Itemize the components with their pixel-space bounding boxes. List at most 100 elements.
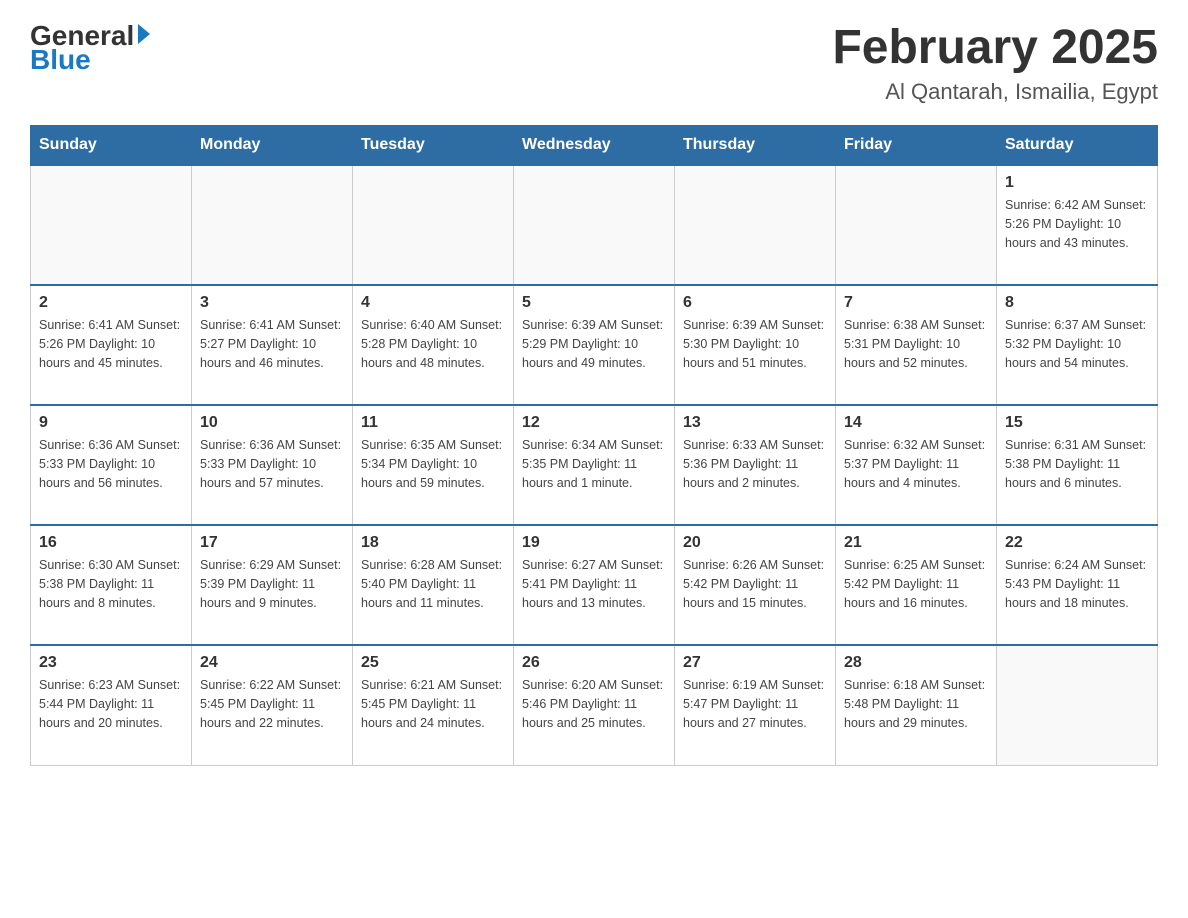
calendar-day-cell: 8 Sunrise: 6:37 AM Sunset: 5:32 PM Daylig… [997, 285, 1158, 405]
day-number: 27 [683, 654, 827, 672]
calendar-day-cell [31, 165, 192, 285]
calendar-day-cell: 27 Sunrise: 6:19 AM Sunset: 5:47 PM Dayli… [675, 645, 836, 765]
calendar-day-cell: 3Sunrise: 6:41 AM Sunset: 5:27 PM Daylig… [192, 285, 353, 405]
calendar-day-cell: 15Sunrise: 6:31 AM Sunset: 5:38 PM Dayli… [997, 405, 1158, 525]
calendar-day-cell: 6 Sunrise: 6:39 AM Sunset: 5:30 PM Daylig… [675, 285, 836, 405]
day-info: Sunrise: 6:42 AM Sunset: 5:26 PM Dayligh… [1005, 196, 1149, 252]
calendar-day-cell: 5 Sunrise: 6:39 AM Sunset: 5:29 PM Daylig… [514, 285, 675, 405]
day-number: 7 [844, 294, 988, 312]
calendar-week-row: 2 Sunrise: 6:41 AM Sunset: 5:26 PM Daylig… [31, 285, 1158, 405]
calendar-subtitle: Al Qantarah, Ismailia, Egypt [832, 79, 1158, 105]
day-number: 25 [361, 654, 505, 672]
col-saturday: Saturday [997, 126, 1158, 166]
day-number: 16 [39, 534, 183, 552]
col-wednesday: Wednesday [514, 126, 675, 166]
day-info: Sunrise: 6:28 AM Sunset: 5:40 PM Dayligh… [361, 556, 505, 612]
day-info: Sunrise: 6:19 AM Sunset: 5:47 PM Dayligh… [683, 676, 827, 732]
day-info: Sunrise: 6:20 AM Sunset: 5:46 PM Dayligh… [522, 676, 666, 732]
day-info: Sunrise: 6:32 AM Sunset: 5:37 PM Dayligh… [844, 436, 988, 492]
title-area: February 2025 Al Qantarah, Ismailia, Egy… [832, 20, 1158, 105]
day-info: Sunrise: 6:40 AM Sunset: 5:28 PM Dayligh… [361, 316, 505, 372]
day-number: 12 [522, 414, 666, 432]
calendar-day-cell: 16 Sunrise: 6:30 AM Sunset: 5:38 PM Dayli… [31, 525, 192, 645]
day-info: Sunrise: 6:31 AM Sunset: 5:38 PM Dayligh… [1005, 436, 1149, 492]
calendar-week-row: 23 Sunrise: 6:23 AM Sunset: 5:44 PM Dayli… [31, 645, 1158, 765]
logo: General Blue [30, 20, 150, 76]
day-info: Sunrise: 6:26 AM Sunset: 5:42 PM Dayligh… [683, 556, 827, 612]
calendar-week-row: 16 Sunrise: 6:30 AM Sunset: 5:38 PM Dayli… [31, 525, 1158, 645]
calendar-day-cell: 7 Sunrise: 6:38 AM Sunset: 5:31 PM Daylig… [836, 285, 997, 405]
day-number: 13 [683, 414, 827, 432]
calendar-day-cell: 22Sunrise: 6:24 AM Sunset: 5:43 PM Dayli… [997, 525, 1158, 645]
calendar-day-cell: 9Sunrise: 6:36 AM Sunset: 5:33 PM Daylig… [31, 405, 192, 525]
day-info: Sunrise: 6:21 AM Sunset: 5:45 PM Dayligh… [361, 676, 505, 732]
day-number: 24 [200, 654, 344, 672]
day-info: Sunrise: 6:36 AM Sunset: 5:33 PM Dayligh… [39, 436, 183, 492]
calendar-day-cell: 19Sunrise: 6:27 AM Sunset: 5:41 PM Dayli… [514, 525, 675, 645]
day-number: 6 [683, 294, 827, 312]
day-number: 20 [683, 534, 827, 552]
day-number: 22 [1005, 534, 1149, 552]
calendar-day-cell: 10 Sunrise: 6:36 AM Sunset: 5:33 PM Dayli… [192, 405, 353, 525]
day-info: Sunrise: 6:30 AM Sunset: 5:38 PM Dayligh… [39, 556, 183, 612]
day-info: Sunrise: 6:29 AM Sunset: 5:39 PM Dayligh… [200, 556, 344, 612]
day-info: Sunrise: 6:27 AM Sunset: 5:41 PM Dayligh… [522, 556, 666, 612]
calendar-day-cell: 18 Sunrise: 6:28 AM Sunset: 5:40 PM Dayli… [353, 525, 514, 645]
calendar-day-cell: 2 Sunrise: 6:41 AM Sunset: 5:26 PM Daylig… [31, 285, 192, 405]
day-info: Sunrise: 6:38 AM Sunset: 5:31 PM Dayligh… [844, 316, 988, 372]
day-number: 2 [39, 294, 183, 312]
calendar-day-cell [192, 165, 353, 285]
calendar-day-cell [997, 645, 1158, 765]
day-number: 8 [1005, 294, 1149, 312]
calendar-day-cell: 12 Sunrise: 6:34 AM Sunset: 5:35 PM Dayli… [514, 405, 675, 525]
day-number: 23 [39, 654, 183, 672]
day-info: Sunrise: 6:36 AM Sunset: 5:33 PM Dayligh… [200, 436, 344, 492]
col-tuesday: Tuesday [353, 126, 514, 166]
day-number: 26 [522, 654, 666, 672]
day-info: Sunrise: 6:18 AM Sunset: 5:48 PM Dayligh… [844, 676, 988, 732]
col-monday: Monday [192, 126, 353, 166]
day-number: 17 [200, 534, 344, 552]
calendar-week-row: 9Sunrise: 6:36 AM Sunset: 5:33 PM Daylig… [31, 405, 1158, 525]
calendar-day-cell: 23 Sunrise: 6:23 AM Sunset: 5:44 PM Dayli… [31, 645, 192, 765]
calendar-day-cell: 14 Sunrise: 6:32 AM Sunset: 5:37 PM Dayli… [836, 405, 997, 525]
calendar-day-cell: 25 Sunrise: 6:21 AM Sunset: 5:45 PM Dayli… [353, 645, 514, 765]
day-info: Sunrise: 6:41 AM Sunset: 5:27 PM Dayligh… [200, 316, 344, 372]
calendar-day-cell: 28 Sunrise: 6:18 AM Sunset: 5:48 PM Dayli… [836, 645, 997, 765]
calendar-day-cell: 24 Sunrise: 6:22 AM Sunset: 5:45 PM Dayli… [192, 645, 353, 765]
day-number: 18 [361, 534, 505, 552]
day-info: Sunrise: 6:23 AM Sunset: 5:44 PM Dayligh… [39, 676, 183, 732]
logo-arrow-icon [138, 24, 150, 44]
calendar-day-cell [836, 165, 997, 285]
day-info: Sunrise: 6:39 AM Sunset: 5:29 PM Dayligh… [522, 316, 666, 372]
day-info: Sunrise: 6:34 AM Sunset: 5:35 PM Dayligh… [522, 436, 666, 492]
day-number: 14 [844, 414, 988, 432]
day-number: 4 [361, 294, 505, 312]
calendar-day-cell: 13Sunrise: 6:33 AM Sunset: 5:36 PM Dayli… [675, 405, 836, 525]
day-number: 10 [200, 414, 344, 432]
day-info: Sunrise: 6:22 AM Sunset: 5:45 PM Dayligh… [200, 676, 344, 732]
calendar-day-cell: 26 Sunrise: 6:20 AM Sunset: 5:46 PM Dayli… [514, 645, 675, 765]
page-header: General Blue February 2025 Al Qantarah, … [30, 20, 1158, 105]
calendar-day-cell [514, 165, 675, 285]
day-info: Sunrise: 6:39 AM Sunset: 5:30 PM Dayligh… [683, 316, 827, 372]
logo-blue-text: Blue [30, 44, 91, 76]
calendar-day-cell: 1Sunrise: 6:42 AM Sunset: 5:26 PM Daylig… [997, 165, 1158, 285]
day-info: Sunrise: 6:35 AM Sunset: 5:34 PM Dayligh… [361, 436, 505, 492]
calendar-day-cell [353, 165, 514, 285]
day-number: 21 [844, 534, 988, 552]
calendar-header-row: Sunday Monday Tuesday Wednesday Thursday… [31, 126, 1158, 166]
day-number: 5 [522, 294, 666, 312]
day-info: Sunrise: 6:41 AM Sunset: 5:26 PM Dayligh… [39, 316, 183, 372]
calendar-day-cell: 21 Sunrise: 6:25 AM Sunset: 5:42 PM Dayli… [836, 525, 997, 645]
calendar-week-row: 1Sunrise: 6:42 AM Sunset: 5:26 PM Daylig… [31, 165, 1158, 285]
day-number: 11 [361, 414, 505, 432]
day-info: Sunrise: 6:37 AM Sunset: 5:32 PM Dayligh… [1005, 316, 1149, 372]
calendar-title: February 2025 [832, 20, 1158, 75]
day-info: Sunrise: 6:25 AM Sunset: 5:42 PM Dayligh… [844, 556, 988, 612]
calendar-day-cell: 4 Sunrise: 6:40 AM Sunset: 5:28 PM Daylig… [353, 285, 514, 405]
col-sunday: Sunday [31, 126, 192, 166]
day-number: 28 [844, 654, 988, 672]
calendar-day-cell [675, 165, 836, 285]
col-thursday: Thursday [675, 126, 836, 166]
